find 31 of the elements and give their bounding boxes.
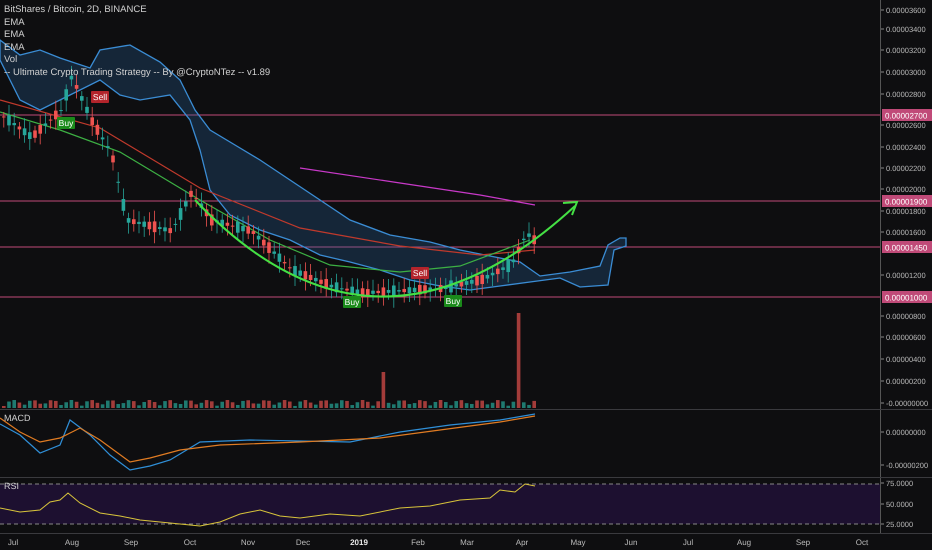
- time-axis-label: Mar: [460, 538, 474, 547]
- time-axis-label: Feb: [411, 538, 425, 547]
- indicator-label: MACD: [4, 412, 30, 425]
- time-axis-label: Jun: [624, 538, 638, 547]
- time-axis-label: Aug: [64, 538, 80, 547]
- time-axis-label: Oct: [856, 538, 868, 547]
- price-marker-label: 0.00001450: [882, 241, 932, 253]
- signal-label: Sell: [411, 267, 429, 279]
- time-axis-label: Sep: [124, 538, 138, 547]
- indicator-label: RSI: [4, 480, 20, 493]
- price-marker-label: 0.00002700: [882, 109, 932, 121]
- time-axis-label: Jul: [682, 538, 694, 547]
- signal-label: Sell: [91, 91, 109, 103]
- time-axis-label: Jul: [8, 538, 18, 547]
- signal-label: Buy: [343, 296, 361, 308]
- time-axis-label: Aug: [736, 538, 752, 547]
- price-marker-label: 0.00001000: [882, 291, 932, 303]
- chart-title: BitShares / Bitcoin, 2D, BINANCE: [4, 4, 147, 16]
- time-axis-label: Dec: [296, 538, 310, 547]
- indicator-label: Vol: [4, 54, 18, 66]
- time-axis-label: 2019: [350, 538, 368, 547]
- time-axis-label: Nov: [240, 538, 256, 547]
- price-marker-label: 0.00001900: [882, 195, 932, 207]
- indicator-label: EMA: [4, 16, 25, 29]
- time-axis-label: Oct: [184, 538, 196, 547]
- signal-label: Buy: [57, 117, 75, 129]
- indicator-label: EMA: [4, 29, 25, 42]
- time-axis-label: Apr: [516, 538, 528, 547]
- time-axis-label: May: [570, 538, 586, 547]
- signal-label: Buy: [444, 295, 462, 307]
- time-axis-label: Sep: [796, 538, 810, 547]
